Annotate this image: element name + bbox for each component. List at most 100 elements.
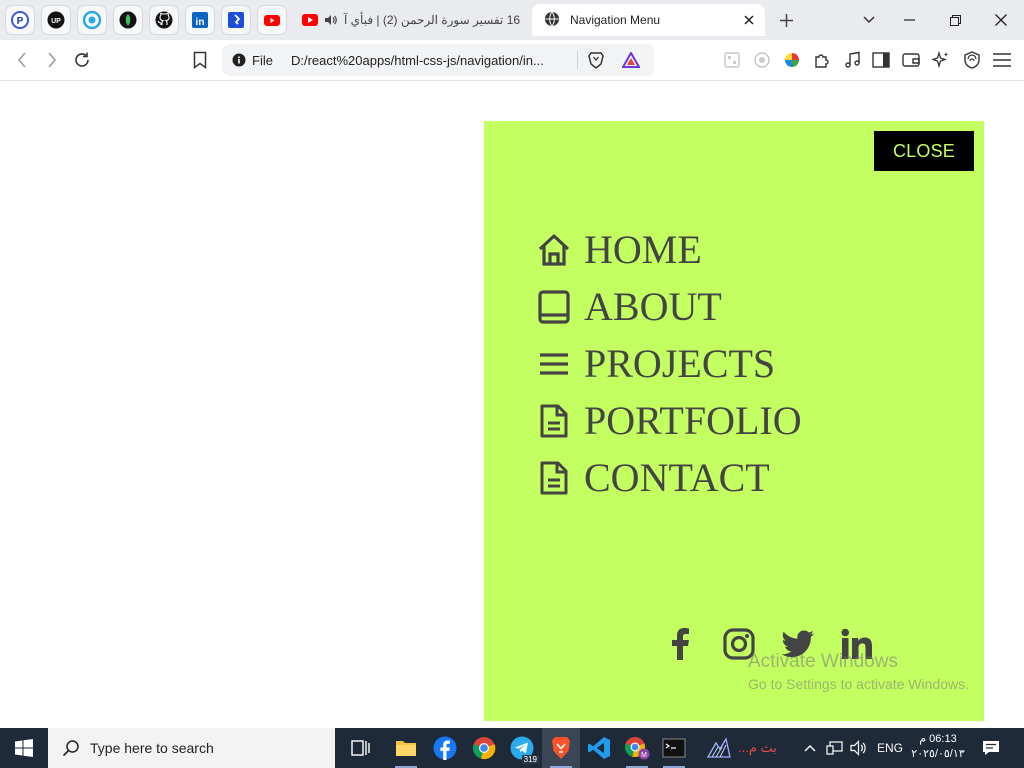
windows-logo-icon xyxy=(15,739,33,757)
nav-label: PORTFOLIO xyxy=(584,397,802,443)
arrow-left-icon xyxy=(18,52,26,68)
broadcast-icon xyxy=(706,737,732,759)
network-button[interactable] xyxy=(826,728,844,768)
reload-button[interactable] xyxy=(70,48,94,72)
pinned-tab-github[interactable] xyxy=(149,5,179,35)
sidebar-button[interactable] xyxy=(869,48,893,72)
vscode-icon xyxy=(588,737,610,759)
extensions-button[interactable] xyxy=(810,48,834,72)
pinned-tab-3[interactable] xyxy=(77,5,107,35)
minimize-icon xyxy=(903,19,915,21)
bookmark-button[interactable] xyxy=(188,48,212,72)
chevron-down-icon xyxy=(863,16,875,24)
bitbucket-icon xyxy=(228,12,244,28)
close-window-button[interactable] xyxy=(978,0,1024,40)
extension-icon-1[interactable] xyxy=(720,48,744,72)
folder-icon xyxy=(396,741,416,756)
nav-label: HOME xyxy=(584,226,702,272)
extension-icon-2[interactable] xyxy=(750,48,774,72)
close-icon xyxy=(995,14,1007,26)
nav-item-home[interactable]: HOME xyxy=(536,221,802,278)
pinned-tab-linkedin[interactable]: in xyxy=(185,5,215,35)
document-icon xyxy=(536,460,572,496)
vpn-button[interactable] xyxy=(960,48,984,72)
close-tab-icon[interactable] xyxy=(741,12,757,28)
taskbar-search[interactable]: Type here to search xyxy=(48,728,335,768)
info-icon[interactable] xyxy=(232,53,246,67)
svg-text:M: M xyxy=(641,752,647,759)
new-tab-button[interactable] xyxy=(774,8,798,32)
nav-item-projects[interactable]: PROJECTS xyxy=(536,335,802,392)
show-hidden-icons-button[interactable] xyxy=(804,728,816,768)
media-button[interactable] xyxy=(840,48,864,72)
terminal-icon xyxy=(662,738,686,758)
telegram-button[interactable]: 319 xyxy=(503,728,541,768)
pinned-tab-1[interactable]: P xyxy=(5,5,35,35)
pinned-tab-youtube[interactable] xyxy=(257,5,287,35)
restore-icon xyxy=(949,14,961,26)
tab-youtube-video[interactable]: 16 تفسير سورة الرحمن (2) | فبأي آ xyxy=(294,4,526,36)
windows-taskbar: Type here to search 319 M بث م... ENG 06… xyxy=(0,728,1024,768)
notifications-button[interactable] xyxy=(982,728,1000,768)
nav-item-contact[interactable]: CONTACT xyxy=(536,449,802,506)
notification-icon xyxy=(983,741,999,755)
github-icon xyxy=(155,11,173,29)
linkedin-icon: in xyxy=(192,12,208,28)
task-view-icon xyxy=(351,740,370,756)
language-indicator[interactable]: ENG xyxy=(877,728,903,768)
scheme-label: File xyxy=(252,52,273,68)
plus-icon xyxy=(779,13,793,27)
chrome-profile-button[interactable]: M xyxy=(618,728,656,768)
leo-ai-button[interactable] xyxy=(929,48,953,72)
chrome-button[interactable] xyxy=(465,728,503,768)
nav-item-about[interactable]: ABOUT xyxy=(536,278,802,335)
terminal-button[interactable] xyxy=(655,728,693,768)
facebook-icon[interactable] xyxy=(650,624,709,664)
document-icon xyxy=(536,403,572,439)
facebook-icon xyxy=(433,736,457,760)
tab-navigation-menu[interactable]: Navigation Menu xyxy=(532,4,765,36)
taskbar-clock[interactable]: 06:13 م ٢٠٢٥/٠٥/١٣ xyxy=(906,732,970,762)
youtube-icon xyxy=(302,14,318,26)
unread-badge: 319 xyxy=(521,755,539,764)
color-picker-extension[interactable] xyxy=(780,48,804,72)
sidebar-icon xyxy=(872,52,890,68)
main-menu-button[interactable] xyxy=(990,48,1014,72)
clock-date: ٢٠٢٥/٠٥/١٣ xyxy=(911,748,965,760)
nav-label: CONTACT xyxy=(584,454,770,500)
brave-shields-icon[interactable] xyxy=(588,51,604,69)
bookmark-icon xyxy=(193,51,207,69)
app-icon xyxy=(119,11,137,29)
chevron-up-icon xyxy=(804,745,816,752)
facebook-app-button[interactable] xyxy=(426,728,464,768)
pinned-tab-4[interactable] xyxy=(113,5,143,35)
vscode-button[interactable] xyxy=(580,728,618,768)
clock-time: 06:13 م xyxy=(919,733,957,745)
media-widget[interactable]: بث م... xyxy=(706,728,777,768)
search-placeholder: Type here to search xyxy=(90,740,214,756)
volume-button[interactable] xyxy=(850,728,868,768)
brave-rewards-icon[interactable] xyxy=(621,52,640,68)
address-bar[interactable]: File D:/react%20apps/html-css-js/navigat… xyxy=(222,44,654,76)
back-button[interactable] xyxy=(10,48,34,72)
url-text[interactable]: D:/react%20apps/html-css-js/navigation/i… xyxy=(291,53,569,68)
file-explorer-button[interactable] xyxy=(387,728,425,768)
watermark-title: Activate Windows xyxy=(748,651,898,672)
close-button[interactable]: CLOSE xyxy=(874,131,974,171)
forward-button[interactable] xyxy=(40,48,64,72)
chrome-profile-icon: M xyxy=(624,737,650,760)
sparkle-icon xyxy=(932,51,949,69)
minimize-button[interactable] xyxy=(886,0,932,40)
wallet-button[interactable] xyxy=(899,48,923,72)
start-button[interactable] xyxy=(0,728,48,768)
app-icon: P xyxy=(11,11,29,29)
nav-item-portfolio[interactable]: PORTFOLIO xyxy=(536,392,802,449)
media-widget-label: بث م... xyxy=(738,740,777,755)
brave-button[interactable] xyxy=(542,728,580,768)
speaker-icon[interactable] xyxy=(324,14,338,26)
task-view-button[interactable] xyxy=(342,728,380,768)
pinned-tab-2[interactable]: UP xyxy=(41,5,71,35)
pinned-tab-bitbucket[interactable] xyxy=(221,5,251,35)
restore-button[interactable] xyxy=(932,0,978,40)
brave-lion-icon xyxy=(552,737,570,759)
